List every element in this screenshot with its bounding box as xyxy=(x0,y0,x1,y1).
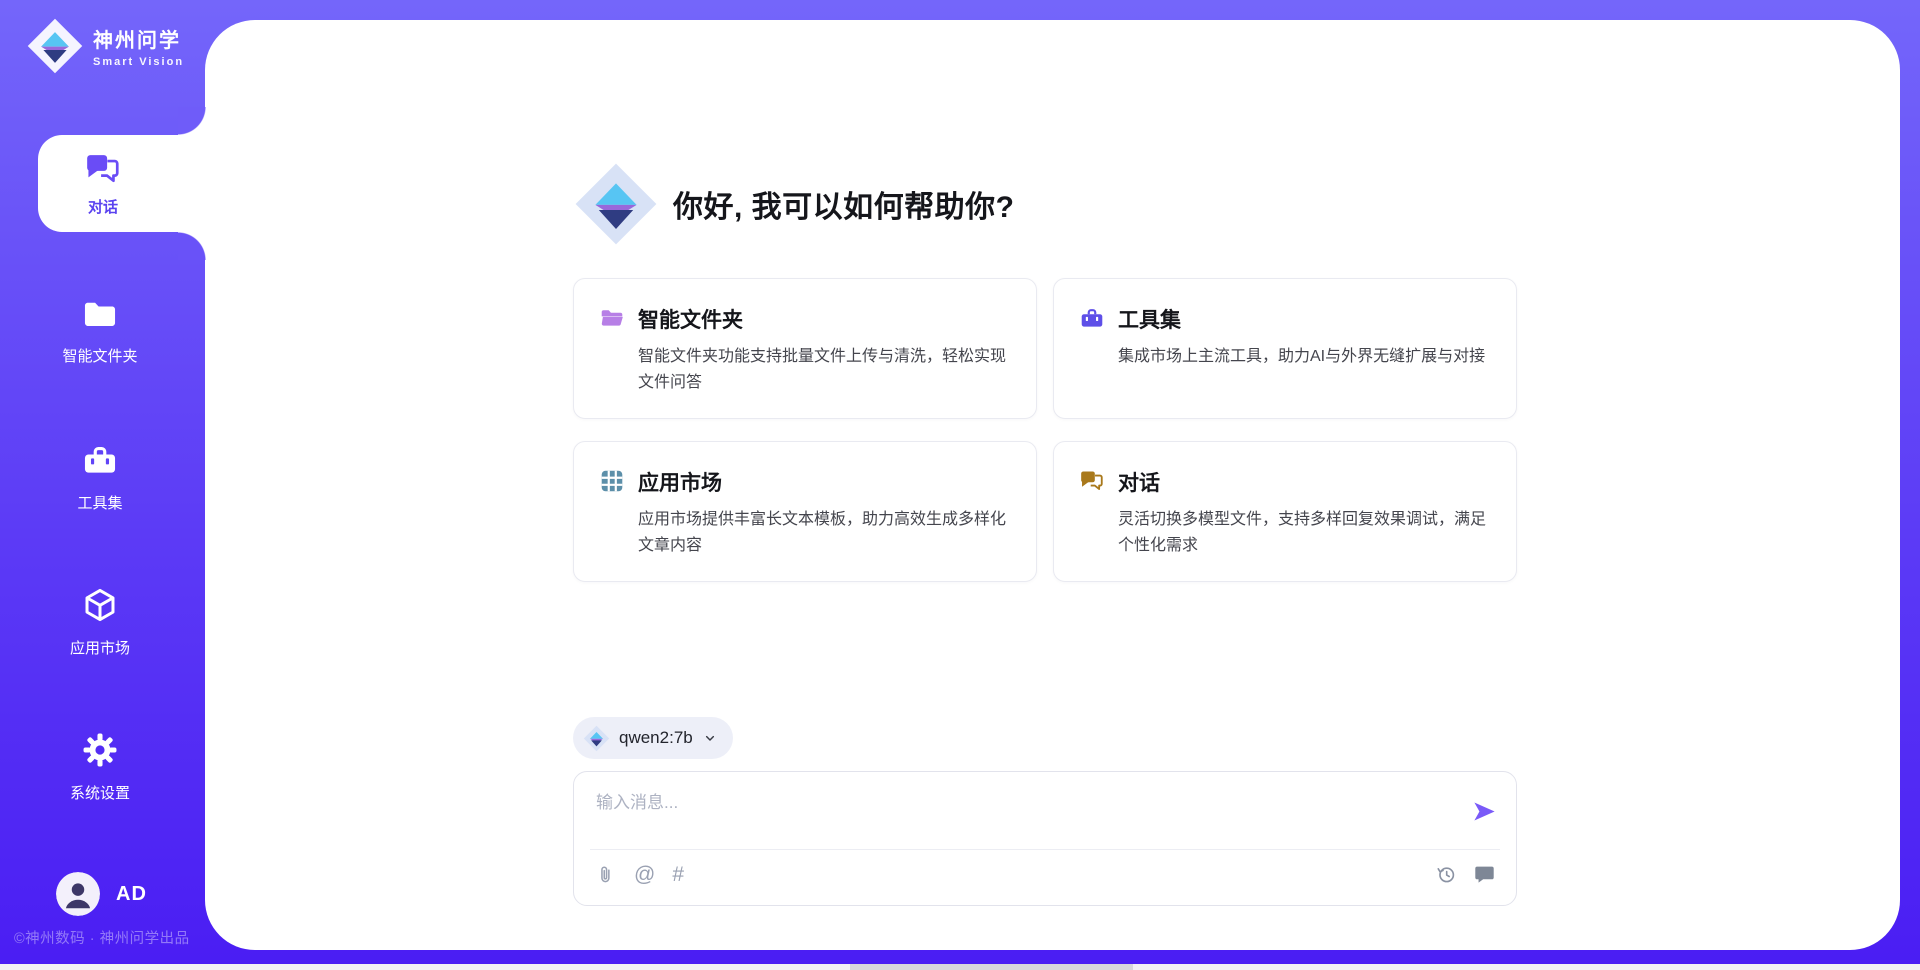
sidebar-item-app-market[interactable]: 应用市场 xyxy=(0,586,200,658)
sidebar-item-label: 对话 xyxy=(88,196,118,217)
sidebar-item-settings[interactable]: 系统设置 xyxy=(0,731,200,803)
sidebar-item-chat[interactable]: 对话 xyxy=(38,135,206,232)
card-desc: 智能文件夹功能支持批量文件上传与清洗，轻松实现文件问答 xyxy=(638,344,1008,395)
card-toolset[interactable]: 工具集 集成市场上主流工具，助力AI与外界无缝扩展与对接 xyxy=(1053,278,1517,419)
composer-tools-left: @ # xyxy=(594,863,684,886)
card-app-market[interactable]: 应用市场 应用市场提供丰富长文本模板，助力高效生成多样化文章内容 xyxy=(573,441,1037,582)
model-selector[interactable]: qwen2:7b xyxy=(573,717,733,759)
toolbox-icon xyxy=(81,441,119,479)
main-panel: 你好, 我可以如何帮助你? 智能文件夹 智能文件夹功能支持批量文件上传与清洗，轻… xyxy=(205,20,1900,950)
chat-icon xyxy=(84,150,122,188)
sidebar-item-label: 工具集 xyxy=(77,492,122,513)
scrollbar-thumb[interactable] xyxy=(850,964,1133,970)
app-logo: 神州问学 Smart Vision xyxy=(26,17,184,75)
folder-open-icon xyxy=(599,305,625,331)
model-logo-icon xyxy=(583,725,610,752)
card-title: 工具集 xyxy=(1118,304,1485,334)
message-composer: @ # xyxy=(573,771,1517,906)
card-chat[interactable]: 对话 灵活切换多模型文件，支持多样回复效果调试，满足个性化需求 xyxy=(1053,441,1517,582)
attachment-icon[interactable] xyxy=(594,863,617,886)
card-desc: 集成市场上主流工具，助力AI与外界无缝扩展与对接 xyxy=(1118,344,1485,370)
sidebar-item-smart-folder[interactable]: 智能文件夹 xyxy=(0,294,200,366)
chat-bubble-icon[interactable] xyxy=(1473,863,1496,886)
card-desc: 应用市场提供丰富长文本模板，助力高效生成多样化文章内容 xyxy=(638,507,1008,558)
user-account[interactable]: AD xyxy=(56,872,147,916)
brand-diamond-icon xyxy=(26,17,84,75)
card-title: 对话 xyxy=(1118,467,1488,497)
sidebar-item-label: 智能文件夹 xyxy=(62,345,137,366)
cube-icon xyxy=(81,586,119,624)
brand-subtitle: Smart Vision xyxy=(93,56,184,68)
app-window: 你好, 我可以如何帮助你? 智能文件夹 智能文件夹功能支持批量文件上传与清洗，轻… xyxy=(0,0,1920,970)
user-initials: AD xyxy=(116,883,147,906)
feature-cards: 智能文件夹 智能文件夹功能支持批量文件上传与清洗，轻松实现文件问答 工具集 集成… xyxy=(573,278,1517,582)
horizontal-scrollbar[interactable] xyxy=(0,964,1920,970)
avatar xyxy=(56,872,100,916)
chat-home-content: 你好, 我可以如何帮助你? 智能文件夹 智能文件夹功能支持批量文件上传与清洗，轻… xyxy=(573,20,1517,950)
gear-icon xyxy=(81,731,119,769)
greeting-title: 你好, 我可以如何帮助你? xyxy=(673,182,1015,226)
composer-divider xyxy=(590,849,1500,850)
model-name: qwen2:7b xyxy=(619,728,693,748)
toolbox-icon xyxy=(1079,305,1105,331)
send-icon[interactable] xyxy=(1471,798,1498,825)
greeting-block: 你好, 我可以如何帮助你? xyxy=(573,161,1015,247)
chevron-down-icon xyxy=(702,730,718,746)
hashtag-icon[interactable]: # xyxy=(672,863,684,886)
sidebar-item-label: 系统设置 xyxy=(70,782,130,803)
message-input[interactable] xyxy=(596,788,1446,840)
card-title: 应用市场 xyxy=(638,467,1008,497)
sidebar-item-toolset[interactable]: 工具集 xyxy=(0,441,200,513)
copyright-text: ©神州数码 · 神州问学出品 xyxy=(14,927,190,948)
folder-icon xyxy=(81,294,119,332)
chat-icon xyxy=(1079,468,1105,494)
history-icon[interactable] xyxy=(1435,863,1458,886)
card-smart-folder[interactable]: 智能文件夹 智能文件夹功能支持批量文件上传与清洗，轻松实现文件问答 xyxy=(573,278,1037,419)
brand-name: 神州问学 xyxy=(93,24,184,53)
brand-diamond-icon xyxy=(573,161,659,247)
person-icon xyxy=(56,872,100,916)
mention-icon[interactable]: @ xyxy=(634,863,655,886)
card-title: 智能文件夹 xyxy=(638,304,1008,334)
apps-grid-icon xyxy=(599,468,625,494)
composer-tools-right xyxy=(1435,863,1496,886)
card-desc: 灵活切换多模型文件，支持多样回复效果调试，满足个性化需求 xyxy=(1118,507,1488,558)
sidebar-item-label: 应用市场 xyxy=(70,637,130,658)
